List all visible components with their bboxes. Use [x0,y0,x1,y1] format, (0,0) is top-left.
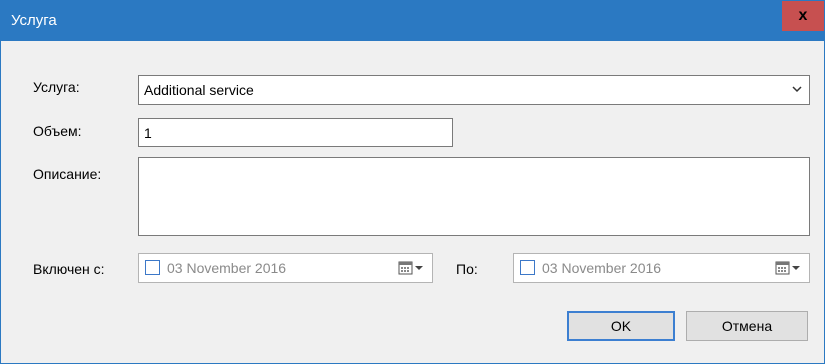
to-datepicker[interactable]: 03 November 2016 [513,253,810,283]
close-icon: x [798,7,808,24]
window-title: Услуга [11,12,57,29]
to-value: 03 November 2016 [542,260,662,276]
volume-input[interactable]: 1 [138,118,453,147]
close-button[interactable]: x [782,1,824,31]
service-label: Услуга: [33,79,80,95]
dialog-content: Услуга: Additional service Объем: 1 Опис… [1,41,824,363]
service-value: Additional service [144,82,254,98]
calendar-icon[interactable] [775,261,803,275]
enabled-from-datepicker[interactable]: 03 November 2016 [138,253,433,283]
to-checkbox[interactable] [520,260,535,275]
volume-label: Объем: [33,123,82,139]
enabled-from-value: 03 November 2016 [167,260,287,276]
enabled-from-checkbox[interactable] [145,260,160,275]
description-textarea[interactable] [138,157,810,236]
to-label: По: [456,261,478,277]
cancel-button[interactable]: Отмена [686,311,808,341]
description-label: Описание: [33,166,102,182]
title-bar[interactable]: Услуга x [1,1,824,41]
chevron-down-icon[interactable] [791,82,803,96]
dialog-window: Услуга x Услуга: Additional service Объе… [0,0,825,364]
enabled-from-label: Включен с: [33,261,105,277]
volume-value: 1 [144,125,152,141]
service-combobox[interactable]: Additional service [138,75,810,105]
calendar-icon[interactable] [398,261,426,275]
ok-button[interactable]: OK [567,311,675,341]
